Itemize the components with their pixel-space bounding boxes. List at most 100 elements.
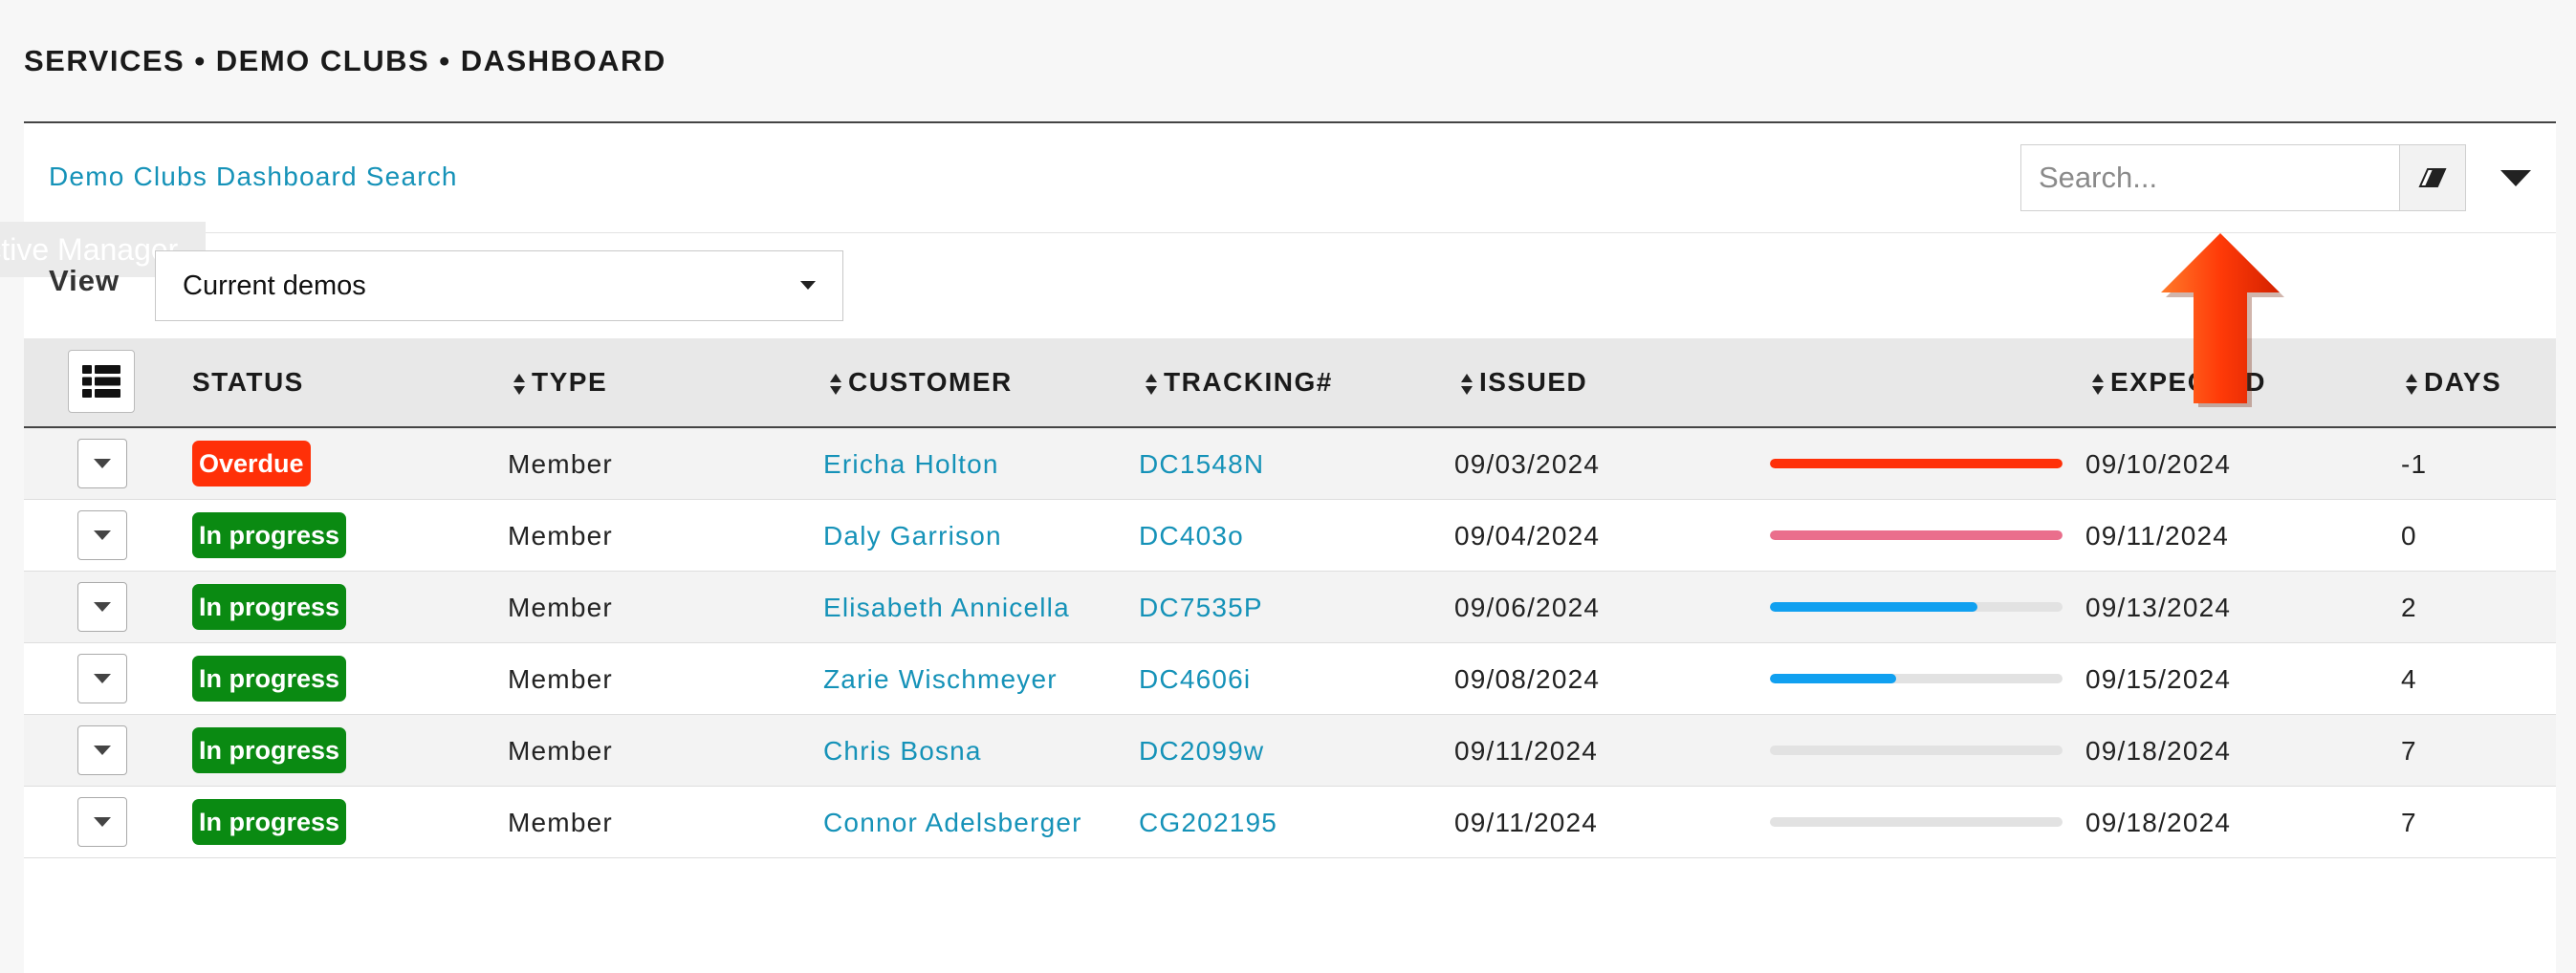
column-toggle-button[interactable] [68,350,135,413]
table-row: In progress Member Elisabeth Annicella DC75… [24,572,2556,643]
days-cell: 7 [2401,808,2417,837]
table-row: In progress Member Connor Adelsberger CG202… [24,787,2556,858]
expected-cell: 09/18/2024 [2085,736,2232,766]
progress-fill [1770,674,1896,683]
table-row: Overdue Member Ericha Holton DC1548N 09/03/2… [24,428,2556,500]
caret-down-icon [94,530,111,540]
column-header-label: TYPE [532,367,608,397]
row-expand-button[interactable] [77,582,127,632]
type-cell: Member [508,521,613,551]
status-badge: In progress [192,799,347,845]
table-row: In progress Member Zarie Wischmeyer DC4606i… [24,643,2556,715]
tracking-link[interactable]: DC2099w [1139,736,1264,767]
status-badge: In progress [192,656,347,702]
expected-cell: 09/11/2024 [2085,521,2230,551]
caret-down-icon [94,602,111,612]
expected-cell: 09/13/2024 [2085,593,2232,622]
type-cell: Member [508,593,613,622]
clear-search-button[interactable] [2399,144,2466,211]
progress-bar [1770,817,2063,827]
tracking-link[interactable]: DC4606i [1139,664,1251,695]
caret-down-icon [800,281,816,290]
column-header-issued[interactable]: ISSUED [1460,367,1587,398]
column-header-days[interactable]: DAYS [2405,367,2501,398]
column-header-type[interactable]: TYPE [513,367,607,398]
row-expand-button[interactable] [77,439,127,488]
progress-bar [1770,602,2063,612]
progress-bar [1770,459,2063,468]
sort-icon [830,373,841,395]
type-cell: Member [508,808,613,837]
column-header-status[interactable]: STATUS [192,367,304,398]
search-panel-title[interactable]: Demo Clubs Dashboard Search [49,162,458,192]
row-expand-button[interactable] [77,725,127,775]
search-input[interactable] [2020,144,2399,211]
caret-down-icon [94,674,111,683]
progress-bar [1770,674,2063,683]
tracking-link[interactable]: CG202195 [1139,808,1277,838]
list-icon [82,365,120,398]
view-select[interactable]: Current demos [155,250,843,321]
tracking-link[interactable]: DC7535P [1139,593,1263,623]
customer-link[interactable]: Ericha Holton [823,449,999,480]
expected-cell: 09/15/2024 [2085,664,2232,694]
table-row: In progress Member Chris Bosna DC2099w 09/11… [24,715,2556,787]
type-cell: Member [508,664,613,694]
days-cell: 2 [2401,593,2417,622]
column-header-customer[interactable]: CUSTOMER [829,367,1013,398]
column-header-label: DAYS [2424,367,2502,397]
search-bar: Demo Clubs Dashboard Search [24,123,2556,233]
column-header-label: STATUS [192,367,304,397]
progress-bar [1770,530,2063,540]
customer-link[interactable]: Connor Adelsberger [823,808,1082,838]
row-expand-button[interactable] [77,510,127,560]
collapse-search-toggle[interactable] [2495,157,2537,199]
tracking-link[interactable]: DC1548N [1139,449,1264,480]
type-cell: Member [508,449,613,479]
expected-cell: 09/18/2024 [2085,808,2232,837]
progress-bar [1770,746,2063,755]
progress-fill [1770,530,2063,540]
caret-down-icon [94,746,111,755]
column-header-label: ISSUED [1479,367,1588,397]
status-badge: In progress [192,727,347,773]
annotation-arrow-icon [2161,233,2284,407]
sort-icon [1461,373,1473,395]
customer-link[interactable]: Zarie Wischmeyer [823,664,1058,695]
eraser-icon [2418,168,2447,187]
breadcrumb: SERVICES • DEMO CLUBS • DASHBOARD [24,44,666,77]
days-cell: 4 [2401,664,2417,694]
table-row: In progress Member Daly Garrison DC403o 09/0… [24,500,2556,572]
issued-cell: 09/04/2024 [1454,521,1601,551]
table-body: Overdue Member Ericha Holton DC1548N 09/03/2… [24,428,2556,858]
customer-link[interactable]: Elisabeth Annicella [823,593,1070,623]
customer-link[interactable]: Daly Garrison [823,521,1002,551]
expected-cell: 09/10/2024 [2085,449,2232,479]
tracking-link[interactable]: DC403o [1139,521,1244,551]
caret-down-icon [2500,170,2531,186]
progress-fill [1770,459,2063,468]
days-cell: 7 [2401,736,2417,766]
column-header-tracking[interactable]: TRACKING# [1145,367,1333,398]
status-badge: In progress [192,512,347,558]
row-expand-button[interactable] [77,654,127,703]
view-select-value: Current demos [183,270,366,301]
days-cell: -1 [2401,449,2428,479]
progress-fill [1770,602,1978,612]
status-badge: In progress [192,584,347,630]
days-cell: 0 [2401,521,2417,551]
issued-cell: 09/11/2024 [1454,736,1599,766]
column-header-label: CUSTOMER [848,367,1013,397]
caret-down-icon [94,459,111,468]
issued-cell: 09/11/2024 [1454,808,1599,837]
customer-link[interactable]: Chris Bosna [823,736,982,767]
column-header-label: TRACKING# [1164,367,1333,397]
sort-icon [1146,373,1157,395]
sort-icon [513,373,525,395]
status-badge: Overdue [192,441,311,486]
row-expand-button[interactable] [77,797,127,847]
caret-down-icon [94,817,111,827]
sort-icon [2092,373,2104,395]
type-cell: Member [508,736,613,766]
issued-cell: 09/06/2024 [1454,593,1601,622]
